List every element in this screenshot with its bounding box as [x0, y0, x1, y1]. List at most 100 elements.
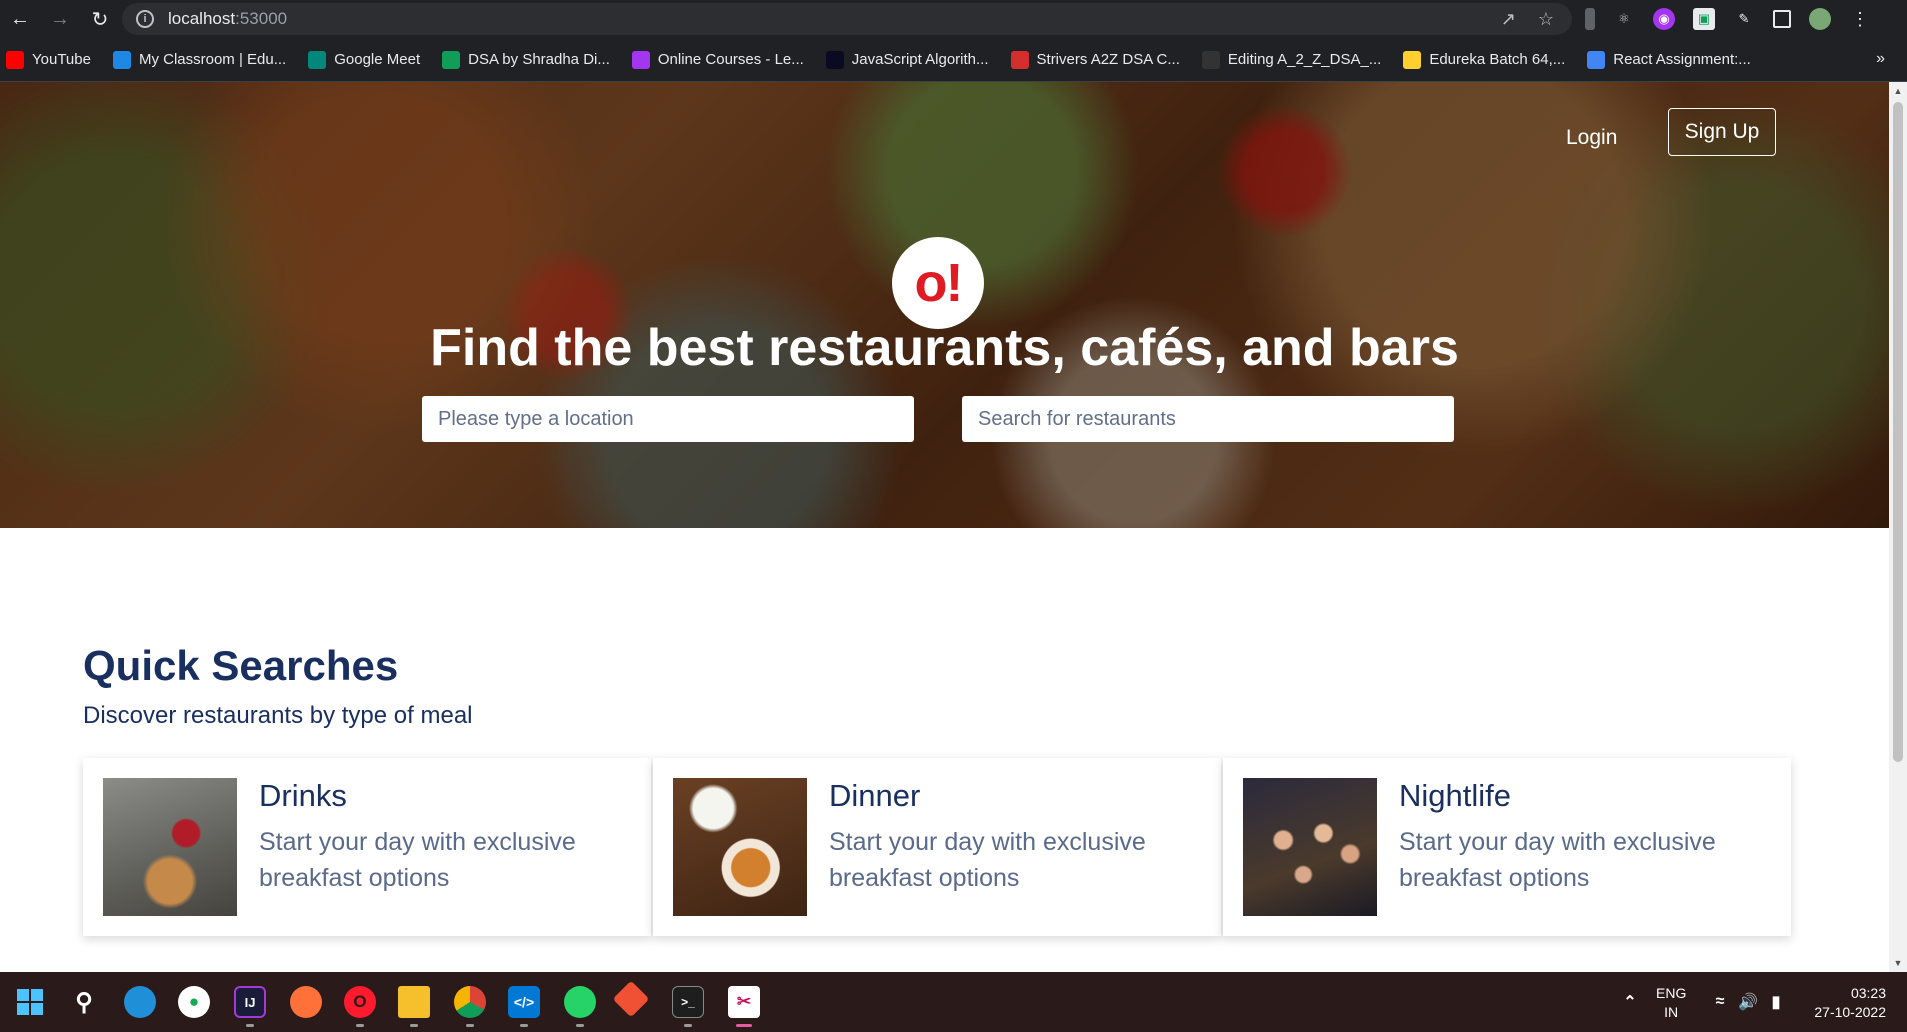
page-content: Login Sign Up o! Find the best restauran…	[0, 82, 1889, 972]
bookmarks-bar: YouTube My Classroom | Edu... Google Meet D…	[0, 38, 1907, 82]
site-info-icon[interactable]: i	[136, 10, 154, 28]
reload-button[interactable]: ↻	[80, 0, 120, 38]
miro-icon	[1403, 50, 1422, 69]
bookmark-label: Strivers A2Z DSA C...	[1036, 51, 1180, 68]
youtube-icon	[6, 50, 24, 69]
dinner-image	[673, 778, 807, 916]
scroll-up-arrow-icon[interactable]: ▲	[1893, 86, 1903, 96]
vscode-icon[interactable]: </>	[508, 986, 540, 1018]
running-indicator	[520, 1024, 528, 1027]
login-link[interactable]: Login	[1566, 126, 1617, 150]
bookmark-item[interactable]: YouTube	[6, 50, 91, 69]
bookmark-item[interactable]: DSA by Shradha Di...	[442, 50, 610, 69]
bookmark-item[interactable]: Strivers A2Z DSA C...	[1010, 50, 1180, 69]
clock-time: 03:23	[1850, 985, 1886, 1001]
bookmark-star-icon[interactable]: ☆	[1538, 9, 1554, 30]
system-clock[interactable]: 03:23 27-10-2022	[1800, 984, 1886, 1022]
card-title: Nightlife	[1399, 778, 1511, 813]
whatsapp-icon[interactable]	[564, 986, 596, 1018]
extensions-puzzle-icon[interactable]: ✎	[1733, 8, 1755, 30]
language-code: ENG	[1656, 985, 1687, 1001]
signup-button[interactable]: Sign Up	[1668, 108, 1776, 156]
bookmark-item[interactable]: React Assignment:...	[1587, 50, 1751, 69]
bookmark-item[interactable]: Editing A_2_Z_DSA_...	[1201, 50, 1382, 69]
page-scrollbar[interactable]: ▲ ▼	[1889, 82, 1907, 972]
battery-icon[interactable]: ▮	[1760, 986, 1792, 1018]
address-bar[interactable]: i localhost:53000 ↗ ☆	[122, 3, 1572, 35]
browser-toolbar: ← → ↻ i localhost:53000 ↗ ☆ ⚛ ◉ ▣ ✎ ⋮	[0, 0, 1907, 38]
hero-title: Find the best restaurants, cafés, and ba…	[430, 319, 1459, 377]
running-indicator	[684, 1024, 692, 1027]
region-code: IN	[1664, 1004, 1679, 1020]
running-indicator	[736, 1024, 752, 1027]
google-sheets-icon	[442, 50, 461, 69]
forward-button[interactable]: →	[40, 0, 80, 38]
google-meet-icon	[308, 50, 327, 69]
bookmark-item[interactable]: Google Meet	[308, 50, 420, 69]
running-indicator	[356, 1024, 364, 1027]
bookmark-label: DSA by Shradha Di...	[468, 51, 610, 68]
quick-searches-subtitle: Discover restaurants by type of meal	[83, 702, 473, 729]
language-indicator[interactable]: ENG IN	[1656, 984, 1686, 1022]
running-indicator	[410, 1024, 418, 1027]
os-taskbar: ⚲ ● IJ O </> >_ ✂ ⌃ ENG IN ≈ 🔊 ▮ 03:23 2…	[0, 972, 1907, 1032]
location-input[interactable]	[422, 396, 914, 442]
freecodecamp-icon	[825, 50, 844, 69]
card-title: Drinks	[259, 778, 347, 813]
intellij-icon[interactable]: IJ	[234, 986, 266, 1018]
running-indicator	[246, 1024, 254, 1027]
side-panel-icon[interactable]	[1773, 10, 1791, 28]
quick-search-card-nightlife[interactable]: Nightlife Start your day with exclusive …	[1223, 758, 1791, 936]
windows-start-icon[interactable]	[14, 986, 46, 1018]
firefox-icon[interactable]	[290, 986, 322, 1018]
bookmarks-overflow-icon[interactable]: »	[1876, 50, 1885, 68]
clock-date: 27-10-2022	[1814, 1004, 1886, 1020]
react-devtools-icon[interactable]: ⚛	[1613, 8, 1635, 30]
quick-search-card-drinks[interactable]: Drinks Start your day with exclusive bre…	[83, 758, 651, 936]
extension-icon-1[interactable]	[1585, 8, 1595, 30]
scroll-down-arrow-icon[interactable]: ▼	[1893, 958, 1903, 968]
github-icon	[1201, 50, 1220, 69]
running-indicator	[466, 1024, 474, 1027]
bookmark-label: JavaScript Algorith...	[851, 51, 989, 68]
nightlife-image	[1243, 778, 1377, 916]
snipping-tool-icon[interactable]: ✂	[728, 986, 760, 1018]
running-indicator	[576, 1024, 584, 1027]
extension-purple-icon[interactable]: ◉	[1653, 8, 1675, 30]
card-description: Start your day with exclusive breakfast …	[829, 828, 1146, 892]
terminal-icon[interactable]: >_	[672, 986, 704, 1018]
back-button[interactable]: ←	[0, 0, 40, 38]
card-description: Start your day with exclusive breakfast …	[1399, 828, 1716, 892]
bookmark-label: Editing A_2_Z_DSA_...	[1227, 51, 1382, 68]
tray-chevron-up-icon[interactable]: ⌃	[1614, 986, 1646, 1018]
url-host: localhost	[168, 9, 236, 28]
scroll-thumb[interactable]	[1893, 102, 1903, 762]
profile-avatar-icon[interactable]	[1809, 8, 1831, 30]
tuf-icon	[1010, 50, 1029, 69]
bookmark-label: Edureka Batch 64,...	[1429, 51, 1566, 68]
bookmark-label: YouTube	[32, 51, 91, 68]
udemy-icon	[631, 50, 650, 69]
search-icon[interactable]: ⚲	[68, 986, 100, 1018]
edge-browser-icon[interactable]	[124, 986, 156, 1018]
restaurant-search-input[interactable]	[962, 396, 1454, 442]
bookmark-item[interactable]: Edureka Batch 64,...	[1403, 50, 1566, 69]
opera-icon[interactable]: O	[344, 986, 376, 1018]
card-description: Start your day with exclusive breakfast …	[259, 828, 576, 892]
share-icon[interactable]: ↗	[1501, 9, 1516, 30]
quick-search-card-dinner[interactable]: Dinner Start your day with exclusive bre…	[653, 758, 1221, 936]
bookmark-item[interactable]: Online Courses - Le...	[631, 50, 804, 69]
url-port: :53000	[235, 9, 288, 28]
mongodb-compass-icon[interactable]: ●	[178, 986, 210, 1018]
drinks-image	[103, 778, 237, 916]
menu-kebab-icon[interactable]: ⋮	[1849, 8, 1871, 30]
quick-searches-title: Quick Searches	[83, 642, 399, 689]
extension-green-icon[interactable]: ▣	[1693, 8, 1715, 30]
bookmark-item[interactable]: My Classroom | Edu...	[112, 50, 286, 69]
bookmark-label: React Assignment:...	[1613, 51, 1751, 68]
hero-banner: Login Sign Up o! Find the best restauran…	[0, 82, 1889, 528]
chrome-icon[interactable]	[454, 986, 486, 1018]
bookmark-item[interactable]: JavaScript Algorith...	[825, 50, 989, 69]
file-explorer-icon[interactable]	[398, 986, 430, 1018]
git-icon[interactable]	[612, 980, 650, 1018]
